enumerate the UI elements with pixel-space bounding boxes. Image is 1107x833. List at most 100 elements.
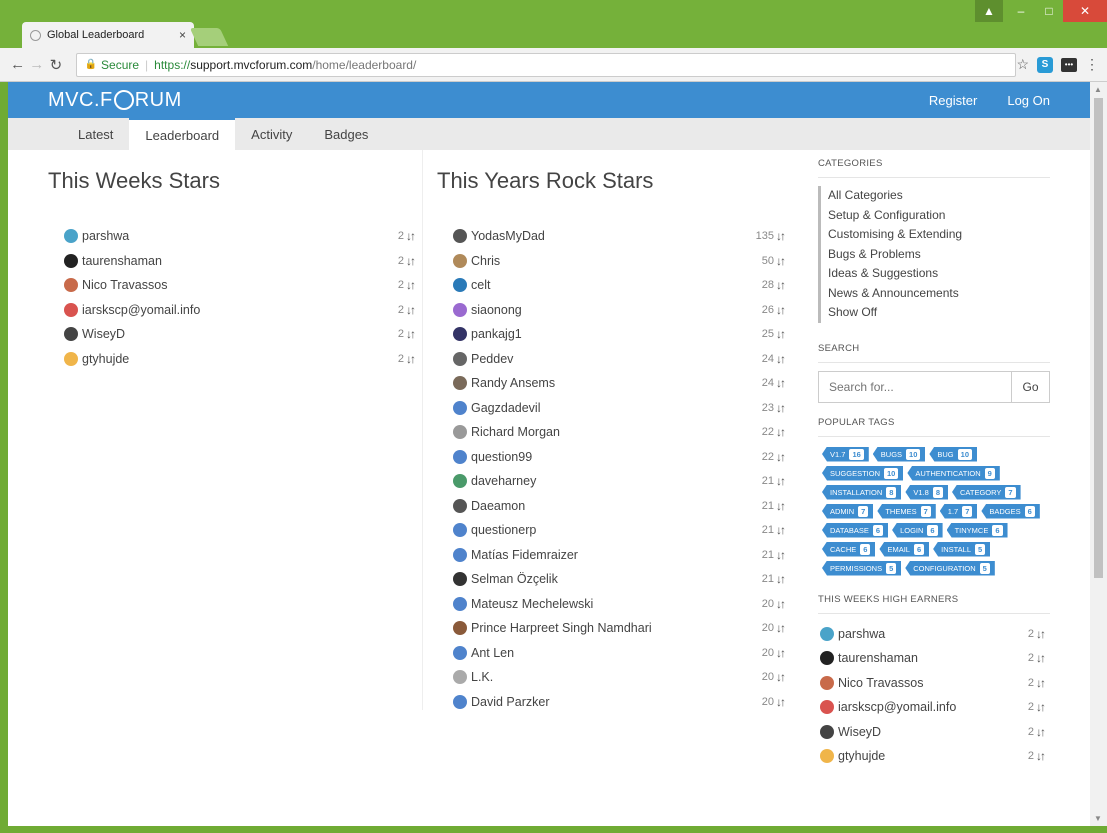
category-link[interactable]: Show Off <box>818 303 1050 323</box>
member-name-link[interactable]: Randy Ansems <box>471 376 762 390</box>
tag-link[interactable]: DATABASE 6 <box>822 522 889 538</box>
category-link[interactable]: Customising & Extending <box>818 225 1050 245</box>
avatar[interactable] <box>453 302 467 317</box>
tag-link[interactable]: PERMISSIONS 5 <box>822 560 902 576</box>
avatar[interactable] <box>453 547 467 562</box>
member-name-link[interactable]: David Parzker <box>471 695 762 709</box>
logon-link[interactable]: Log On <box>1007 93 1050 108</box>
scrollbar-thumb[interactable] <box>1094 98 1103 578</box>
member-name-link[interactable]: taurenshaman <box>82 254 398 268</box>
avatar[interactable] <box>453 498 467 513</box>
tag-link[interactable]: ADMIN 7 <box>822 503 874 519</box>
member-name-link[interactable]: taurenshaman <box>838 651 1028 665</box>
bookmark-star-icon[interactable]: ☆ <box>1016 56 1029 73</box>
avatar[interactable] <box>820 749 834 764</box>
member-name-link[interactable]: iarskscp@yomail.info <box>82 303 398 317</box>
avatar[interactable] <box>64 302 78 317</box>
avatar[interactable] <box>453 523 467 538</box>
avatar[interactable] <box>453 376 467 391</box>
avatar[interactable] <box>453 694 467 709</box>
member-name-link[interactable]: Matías Fidemraizer <box>471 548 762 562</box>
tag-link[interactable]: BUG 10 <box>929 446 977 462</box>
member-name-link[interactable]: Nico Travassos <box>82 278 398 292</box>
avatar[interactable] <box>453 278 467 293</box>
avatar[interactable] <box>453 400 467 415</box>
member-name-link[interactable]: gtyhujde <box>82 352 398 366</box>
tag-link[interactable]: INSTALL 5 <box>933 541 991 557</box>
scroll-down-icon[interactable]: ▼ <box>1094 814 1102 823</box>
member-name-link[interactable]: pankajg1 <box>471 327 762 341</box>
site-logo[interactable]: MVC.F RUM <box>48 89 182 112</box>
tag-link[interactable]: LOGIN 6 <box>892 522 943 538</box>
reload-icon[interactable]: ↻ <box>46 56 65 74</box>
search-go-button[interactable]: Go <box>1011 371 1049 402</box>
new-tab-button[interactable] <box>189 28 229 46</box>
member-name-link[interactable]: parshwa <box>838 627 1028 641</box>
category-link[interactable]: All Categories <box>818 186 1050 206</box>
member-name-link[interactable]: Peddev <box>471 352 762 366</box>
tab-latest[interactable]: Latest <box>62 118 129 150</box>
avatar[interactable] <box>453 253 467 268</box>
avatar[interactable] <box>453 229 467 244</box>
tag-link[interactable]: BUGS 10 <box>872 446 926 462</box>
member-name-link[interactable]: parshwa <box>82 229 398 243</box>
tab-leaderboard[interactable]: Leaderboard <box>129 118 236 150</box>
browser-tab[interactable]: Global Leaderboard × <box>22 22 194 48</box>
tag-link[interactable]: 1.7 7 <box>939 503 978 519</box>
avatar[interactable] <box>453 645 467 660</box>
member-name-link[interactable]: Gagzdadevil <box>471 401 762 415</box>
avatar[interactable] <box>820 700 834 715</box>
forward-arrow-icon[interactable]: → <box>27 56 46 73</box>
tag-link[interactable]: V1.7 16 <box>822 446 869 462</box>
avatar[interactable] <box>453 596 467 611</box>
avatar[interactable] <box>453 670 467 685</box>
member-name-link[interactable]: celt <box>471 278 762 292</box>
tab-badges[interactable]: Badges <box>308 118 384 150</box>
avatar[interactable] <box>64 327 78 342</box>
avatar[interactable] <box>820 724 834 739</box>
tag-link[interactable]: INSTALLATION 8 <box>822 484 902 500</box>
address-bar[interactable]: 🔒 Secure | https://support.mvcforum.com /… <box>75 52 1017 77</box>
member-name-link[interactable]: questionerp <box>471 523 762 537</box>
member-name-link[interactable]: Ant Len <box>471 646 762 660</box>
user-profile-icon[interactable]: ▲ <box>975 0 1003 22</box>
category-link[interactable]: Setup & Configuration <box>818 205 1050 225</box>
avatar[interactable] <box>64 253 78 268</box>
member-name-link[interactable]: Daeamon <box>471 499 762 513</box>
tag-link[interactable]: AUTHENTICATION 9 <box>907 465 1000 481</box>
password-extension-icon[interactable]: ••• <box>1061 57 1077 72</box>
register-link[interactable]: Register <box>929 93 977 108</box>
close-window-icon[interactable]: ✕ <box>1063 0 1107 22</box>
tag-link[interactable]: SUGGESTION 10 <box>822 465 904 481</box>
category-link[interactable]: News & Announcements <box>818 283 1050 303</box>
member-name-link[interactable]: WiseyD <box>82 327 398 341</box>
avatar[interactable] <box>453 425 467 440</box>
tab-close-icon[interactable]: × <box>179 28 186 42</box>
scroll-up-icon[interactable]: ▲ <box>1094 85 1102 94</box>
category-link[interactable]: Bugs & Problems <box>818 244 1050 264</box>
tag-link[interactable]: CATEGORY 7 <box>952 484 1021 500</box>
member-name-link[interactable]: Prince Harpreet Singh Namdhari <box>471 621 762 635</box>
browser-menu-icon[interactable]: ⋮ <box>1085 56 1099 73</box>
tab-activity[interactable]: Activity <box>235 118 308 150</box>
skype-extension-icon[interactable]: S <box>1037 56 1053 73</box>
tag-link[interactable]: CONFIGURATION 5 <box>905 560 995 576</box>
category-link[interactable]: Ideas & Suggestions <box>818 264 1050 284</box>
back-arrow-icon[interactable]: ← <box>8 56 27 73</box>
member-name-link[interactable]: Mateusz Mechelewski <box>471 597 762 611</box>
tag-link[interactable]: TINYMCE 6 <box>946 522 1008 538</box>
tag-link[interactable]: CACHE 6 <box>822 541 876 557</box>
avatar[interactable] <box>64 278 78 293</box>
member-name-link[interactable]: Nico Travassos <box>838 676 1028 690</box>
member-name-link[interactable]: question99 <box>471 450 762 464</box>
member-name-link[interactable]: iarskscp@yomail.info <box>838 700 1028 714</box>
member-name-link[interactable]: WiseyD <box>838 725 1028 739</box>
avatar[interactable] <box>453 327 467 342</box>
avatar[interactable] <box>820 675 834 690</box>
maximize-icon[interactable]: □ <box>1035 0 1063 22</box>
avatar[interactable] <box>453 474 467 489</box>
avatar[interactable] <box>64 351 78 366</box>
tag-link[interactable]: THEMES 7 <box>877 503 936 519</box>
member-name-link[interactable]: L.K. <box>471 670 762 684</box>
avatar[interactable] <box>64 229 78 244</box>
